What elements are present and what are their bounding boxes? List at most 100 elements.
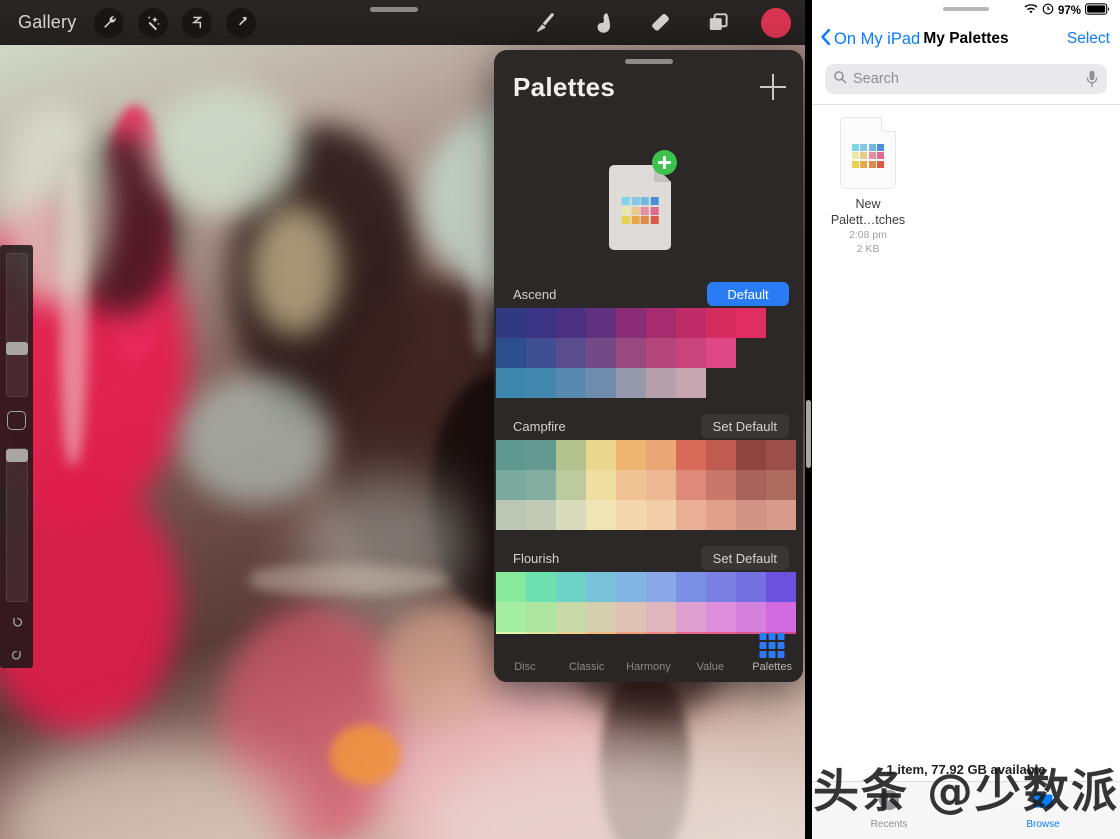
color-swatch[interactable] [526, 440, 556, 470]
list-item[interactable]: New Palett…tches 2:08 pm 2 KB [826, 117, 910, 256]
color-swatch[interactable] [616, 440, 646, 470]
color-swatch[interactable] [526, 308, 556, 338]
color-swatch[interactable] [736, 308, 766, 338]
active-color-swatch[interactable] [761, 8, 791, 38]
color-swatch[interactable] [586, 602, 616, 632]
color-swatch[interactable] [496, 572, 526, 602]
color-swatch[interactable] [526, 602, 556, 632]
selection-icon[interactable] [182, 8, 212, 38]
window-grabber[interactable] [370, 7, 418, 12]
eraser-icon[interactable] [645, 7, 677, 39]
color-swatch[interactable] [646, 602, 676, 632]
color-swatch[interactable] [616, 572, 646, 602]
color-swatch[interactable] [736, 470, 766, 500]
color-swatch[interactable] [526, 338, 556, 368]
palette-dropzone[interactable] [494, 145, 803, 270]
color-swatch[interactable] [496, 308, 526, 338]
undo-button[interactable] [5, 612, 29, 635]
color-swatch[interactable] [616, 500, 646, 530]
color-swatch[interactable] [526, 500, 556, 530]
default-badge[interactable]: Default [707, 282, 789, 306]
color-swatch[interactable] [526, 572, 556, 602]
color-swatch[interactable] [646, 440, 676, 470]
color-swatch[interactable] [496, 602, 526, 632]
add-palette-icon[interactable] [760, 74, 786, 100]
color-swatch[interactable] [496, 368, 526, 398]
tab-palettes[interactable]: Palettes [741, 657, 803, 682]
color-swatch[interactable] [766, 470, 796, 500]
color-swatch[interactable] [556, 602, 586, 632]
color-swatch[interactable] [586, 572, 616, 602]
microphone-icon[interactable] [1086, 70, 1098, 93]
color-swatch[interactable] [616, 368, 646, 398]
color-swatch[interactable] [586, 368, 616, 398]
color-swatch[interactable] [676, 602, 706, 632]
brush-opacity-slider[interactable] [6, 448, 28, 602]
color-swatch[interactable] [556, 440, 586, 470]
color-swatch[interactable] [706, 572, 736, 602]
color-swatch[interactable] [586, 308, 616, 338]
color-swatch[interactable] [676, 368, 706, 398]
panel-grabber[interactable] [625, 59, 673, 64]
color-swatch[interactable] [616, 470, 646, 500]
color-swatch[interactable] [706, 338, 736, 368]
search-field[interactable]: Search [825, 64, 1107, 94]
tab-disc[interactable]: Disc [494, 657, 556, 682]
color-swatch[interactable] [736, 500, 766, 530]
color-swatch[interactable] [676, 440, 706, 470]
color-swatch[interactable] [676, 572, 706, 602]
color-swatch[interactable] [706, 500, 736, 530]
color-swatch[interactable] [766, 440, 796, 470]
color-swatch[interactable] [766, 500, 796, 530]
redo-button[interactable] [5, 645, 29, 668]
color-swatch[interactable] [556, 500, 586, 530]
color-swatch[interactable] [706, 602, 736, 632]
wrench-icon[interactable] [94, 8, 124, 38]
color-swatch[interactable] [556, 338, 586, 368]
color-swatch[interactable] [676, 500, 706, 530]
color-swatch[interactable] [646, 308, 676, 338]
color-swatch[interactable] [736, 572, 766, 602]
color-swatch[interactable] [646, 470, 676, 500]
color-swatch[interactable] [496, 500, 526, 530]
color-swatch[interactable] [556, 470, 586, 500]
color-swatch[interactable] [496, 338, 526, 368]
color-swatch[interactable] [586, 470, 616, 500]
files-window-grabber[interactable] [943, 7, 989, 11]
tab-classic[interactable]: Classic [556, 657, 618, 682]
color-swatch[interactable] [526, 470, 556, 500]
color-swatch[interactable] [706, 470, 736, 500]
color-swatch[interactable] [646, 338, 676, 368]
color-swatch[interactable] [736, 602, 766, 632]
set-default-button[interactable]: Set Default [701, 414, 789, 438]
color-swatch[interactable] [676, 308, 706, 338]
color-swatch[interactable] [676, 338, 706, 368]
color-swatch[interactable] [586, 500, 616, 530]
color-swatch[interactable] [766, 572, 796, 602]
set-default-button[interactable]: Set Default [701, 546, 789, 570]
color-swatch[interactable] [646, 368, 676, 398]
color-swatch[interactable] [526, 368, 556, 398]
tab-value[interactable]: Value [679, 657, 741, 682]
color-swatch[interactable] [556, 368, 586, 398]
color-swatch[interactable] [496, 470, 526, 500]
brush-size-slider[interactable] [6, 253, 28, 397]
color-swatch[interactable] [556, 308, 586, 338]
back-button[interactable]: On My iPad [820, 28, 920, 51]
brush-opacity-knob[interactable] [6, 449, 28, 462]
tab-recents[interactable]: Recents [812, 782, 966, 839]
color-swatch[interactable] [616, 308, 646, 338]
color-swatch[interactable] [736, 440, 766, 470]
color-swatch[interactable] [496, 440, 526, 470]
transform-arrow-icon[interactable] [226, 8, 256, 38]
color-swatch[interactable] [616, 338, 646, 368]
tab-harmony[interactable]: Harmony [618, 657, 680, 682]
color-swatch[interactable] [586, 338, 616, 368]
color-swatch[interactable] [766, 602, 796, 632]
color-swatch[interactable] [616, 602, 646, 632]
smudge-icon[interactable] [587, 7, 619, 39]
modify-button[interactable] [7, 411, 26, 429]
paintbrush-icon[interactable] [529, 7, 561, 39]
magic-wand-icon[interactable] [138, 8, 168, 38]
color-swatch[interactable] [556, 572, 586, 602]
